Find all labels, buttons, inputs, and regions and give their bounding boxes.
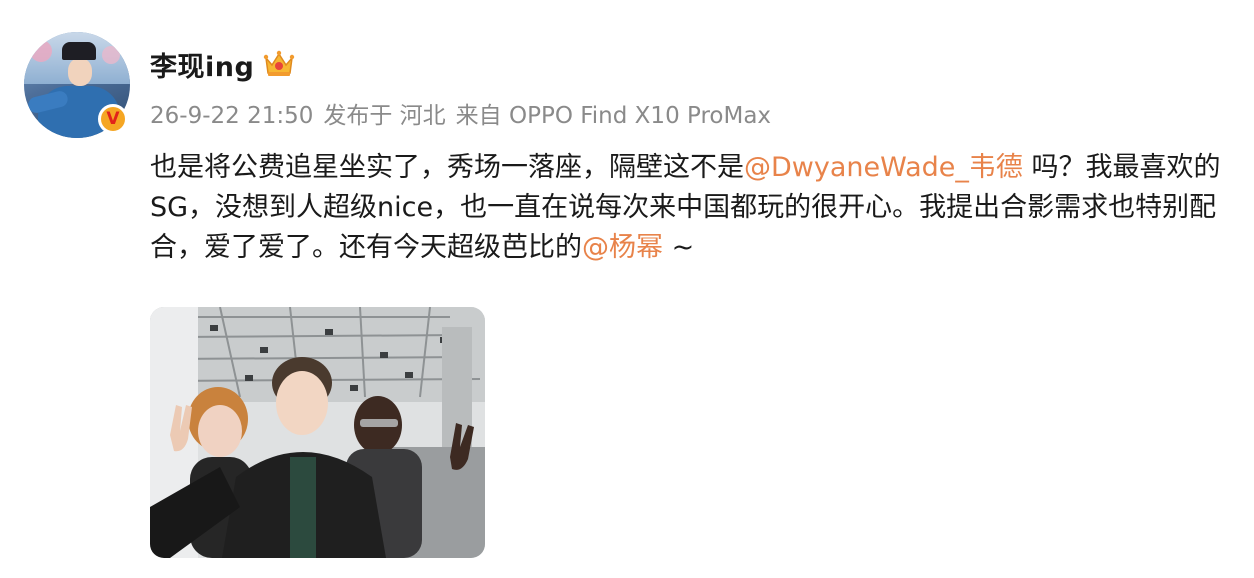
weibo-post: V 李现ing 26-9-22 21:50 发布于 河北 来自 OPPO Find … [0,0,1254,578]
post-time: 26-9-22 21:50 [150,103,314,129]
mention-link-dwyanewade[interactable]: @DwyaneWade_韦德 [744,152,1023,183]
post-text: 也是将公费追星坐实了，秀场一落座，隔壁这不是@DwyaneWade_韦德 吗？我… [150,148,1240,268]
avatar[interactable]: V [24,32,130,138]
post-location: 发布于 河北 [323,103,446,129]
mention-link-yangmi[interactable]: @杨幂 [582,232,663,263]
text-part3: ~ [663,232,695,263]
text-part1: 也是将公费追星坐实了，秀场一落座，隔壁这不是 [150,152,744,183]
post-device[interactable]: 来自 OPPO Find X10 ProMax [456,103,771,129]
post-photo[interactable] [150,307,485,558]
verified-v-icon: V [98,104,128,134]
post-meta: 26-9-22 21:50 发布于 河北 来自 OPPO Find X10 ProM… [150,96,781,130]
username-row: 李现ing [150,44,296,84]
username[interactable]: 李现ing [150,45,254,84]
crown-icon[interactable] [262,49,296,79]
